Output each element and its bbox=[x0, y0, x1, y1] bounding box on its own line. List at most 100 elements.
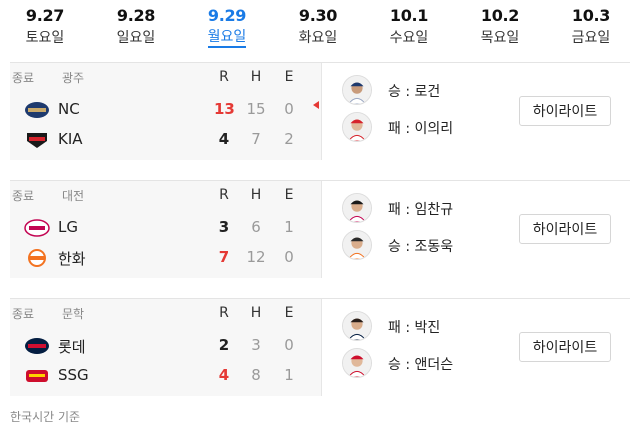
pitcher-photo bbox=[342, 311, 372, 341]
runs-header: R bbox=[219, 69, 229, 85]
team-name: NC bbox=[58, 100, 80, 118]
weekday-label: 금요일 bbox=[571, 30, 611, 46]
weekday-label: 화요일 bbox=[298, 30, 338, 46]
highlight-button[interactable]: 하이라이트 bbox=[519, 332, 611, 362]
date-label: 9.30 bbox=[298, 6, 338, 25]
lg-twins-logo bbox=[24, 219, 50, 237]
runs-header: R bbox=[219, 305, 229, 321]
date-tab[interactable]: 9.28 일요일 bbox=[101, 6, 171, 48]
highlight-button[interactable]: 하이라이트 bbox=[519, 214, 611, 244]
errors-value: 0 bbox=[284, 100, 294, 118]
scoreboard: 종료 문학 R H E 롯데 2 3 0 SSG 4 8 1 bbox=[10, 299, 320, 396]
weekday-label: 일요일 bbox=[116, 30, 156, 46]
runs-value: 13 bbox=[214, 100, 235, 118]
team-name: LG bbox=[58, 218, 78, 236]
date-label: 10.1 bbox=[389, 6, 429, 25]
pitcher-label: 패 : 임찬규 bbox=[388, 202, 454, 218]
runs-value: 2 bbox=[218, 336, 230, 354]
lotte-giants-logo bbox=[25, 338, 49, 354]
hits-value: 7 bbox=[251, 130, 261, 148]
losing-pitcher: 패 : 임찬규 bbox=[342, 193, 522, 223]
team-name: 롯데 bbox=[58, 338, 86, 356]
hits-value: 3 bbox=[251, 336, 261, 354]
winning-pitcher: 승 : 앤더슨 bbox=[342, 348, 522, 378]
date-tab[interactable]: 9.30 화요일 bbox=[283, 6, 353, 48]
team-row: 롯데 2 3 0 bbox=[10, 333, 320, 359]
weekday-label: 수요일 bbox=[389, 30, 429, 46]
game-result-panel: 패 : 박진 승 : 앤더슨 하이라이트 bbox=[321, 299, 630, 396]
losing-pitcher: 패 : 이의리 bbox=[342, 112, 522, 142]
date-tab[interactable]: 9.27 토요일 bbox=[10, 6, 80, 48]
winner-marker bbox=[313, 101, 319, 109]
scoreboard: 종료 대전 R H E LG 3 6 1 한화 7 12 0 bbox=[10, 181, 320, 278]
runs-value: 4 bbox=[218, 366, 230, 384]
hits-header: H bbox=[250, 187, 262, 203]
errors-value: 0 bbox=[284, 248, 294, 266]
hits-value: 15 bbox=[246, 100, 266, 118]
game-status: 종료 bbox=[12, 71, 35, 85]
errors-value: 2 bbox=[284, 130, 294, 148]
date-label: 10.2 bbox=[480, 6, 520, 25]
date-navigation: 9.27 토요일 9.28 일요일 9.29 월요일 9.30 화요일 10.1… bbox=[0, 0, 632, 52]
scoreboard: 종료 광주 R H E NC 13 15 0 KIA 4 7 2 bbox=[10, 63, 320, 160]
game-result-panel: 승 : 로건 패 : 이의리 하이라이트 bbox=[321, 63, 630, 160]
venue: 대전 bbox=[62, 189, 85, 203]
game-status: 종료 bbox=[12, 307, 35, 321]
kia-tigers-logo bbox=[27, 133, 47, 148]
team-row: SSG 4 8 1 bbox=[10, 363, 320, 389]
nc-dinos-logo bbox=[25, 102, 49, 118]
pitcher-label: 패 : 박진 bbox=[388, 320, 441, 336]
errors-value: 1 bbox=[284, 218, 294, 236]
venue: 광주 bbox=[62, 71, 85, 85]
game-card: 종료 문학 R H E 롯데 2 3 0 SSG 4 8 1 패: 박진 승 … bbox=[10, 298, 630, 396]
runs-value: 3 bbox=[218, 218, 230, 236]
runs-value: 7 bbox=[218, 248, 230, 266]
timezone-note: 한국시간 기준 bbox=[10, 410, 81, 424]
hits-header: H bbox=[250, 69, 262, 85]
pitcher-photo bbox=[342, 230, 372, 260]
game-result-panel: 패 : 임찬규 승 : 조동욱 하이라이트 bbox=[321, 181, 630, 278]
runs-header: R bbox=[219, 187, 229, 203]
date-tab[interactable]: 10.1 수요일 bbox=[374, 6, 444, 48]
hanwha-eagles-logo bbox=[28, 249, 46, 267]
date-tab[interactable]: 10.3 금요일 bbox=[556, 6, 626, 48]
pitcher-label: 패 : 이의리 bbox=[388, 121, 454, 137]
errors-header: E bbox=[284, 305, 294, 321]
team-name: SSG bbox=[58, 366, 89, 384]
winning-pitcher: 승 : 조동욱 bbox=[342, 230, 522, 260]
date-tab-selected[interactable]: 9.29 월요일 bbox=[192, 6, 262, 48]
weekday-label: 토요일 bbox=[25, 30, 65, 46]
pitcher-photo bbox=[342, 112, 372, 142]
errors-value: 0 bbox=[284, 336, 294, 354]
team-row: 한화 7 12 0 bbox=[10, 245, 320, 271]
date-label: 9.29 bbox=[207, 6, 247, 25]
runs-value: 4 bbox=[218, 130, 230, 148]
winning-pitcher: 승 : 로건 bbox=[342, 75, 522, 105]
pitcher-photo bbox=[342, 75, 372, 105]
date-label: 9.28 bbox=[116, 6, 156, 25]
errors-value: 1 bbox=[284, 366, 294, 384]
weekday-label: 목요일 bbox=[480, 30, 520, 46]
hits-value: 6 bbox=[251, 218, 261, 236]
pitcher-photo bbox=[342, 193, 372, 223]
pitcher-photo bbox=[342, 348, 372, 378]
ssg-landers-logo bbox=[26, 370, 48, 382]
game-status: 종료 bbox=[12, 189, 35, 203]
hits-value: 12 bbox=[246, 248, 266, 266]
pitcher-label: 승 : 로건 bbox=[388, 84, 441, 100]
pitcher-label: 승 : 조동욱 bbox=[388, 239, 454, 255]
date-tab[interactable]: 10.2 목요일 bbox=[465, 6, 535, 48]
team-row: LG 3 6 1 bbox=[10, 215, 320, 241]
game-card: 종료 대전 R H E LG 3 6 1 한화 7 12 0 패: 임찬규 승… bbox=[10, 180, 630, 278]
pitcher-label: 승 : 앤더슨 bbox=[388, 357, 454, 373]
errors-header: E bbox=[284, 69, 294, 85]
team-name: KIA bbox=[58, 130, 83, 148]
team-row: NC 13 15 0 bbox=[10, 97, 320, 123]
hits-value: 8 bbox=[251, 366, 261, 384]
highlight-button[interactable]: 하이라이트 bbox=[519, 96, 611, 126]
weekday-label: 월요일 bbox=[207, 29, 247, 48]
team-row: KIA 4 7 2 bbox=[10, 127, 320, 153]
team-name: 한화 bbox=[58, 250, 86, 268]
errors-header: E bbox=[284, 187, 294, 203]
hits-header: H bbox=[250, 305, 262, 321]
